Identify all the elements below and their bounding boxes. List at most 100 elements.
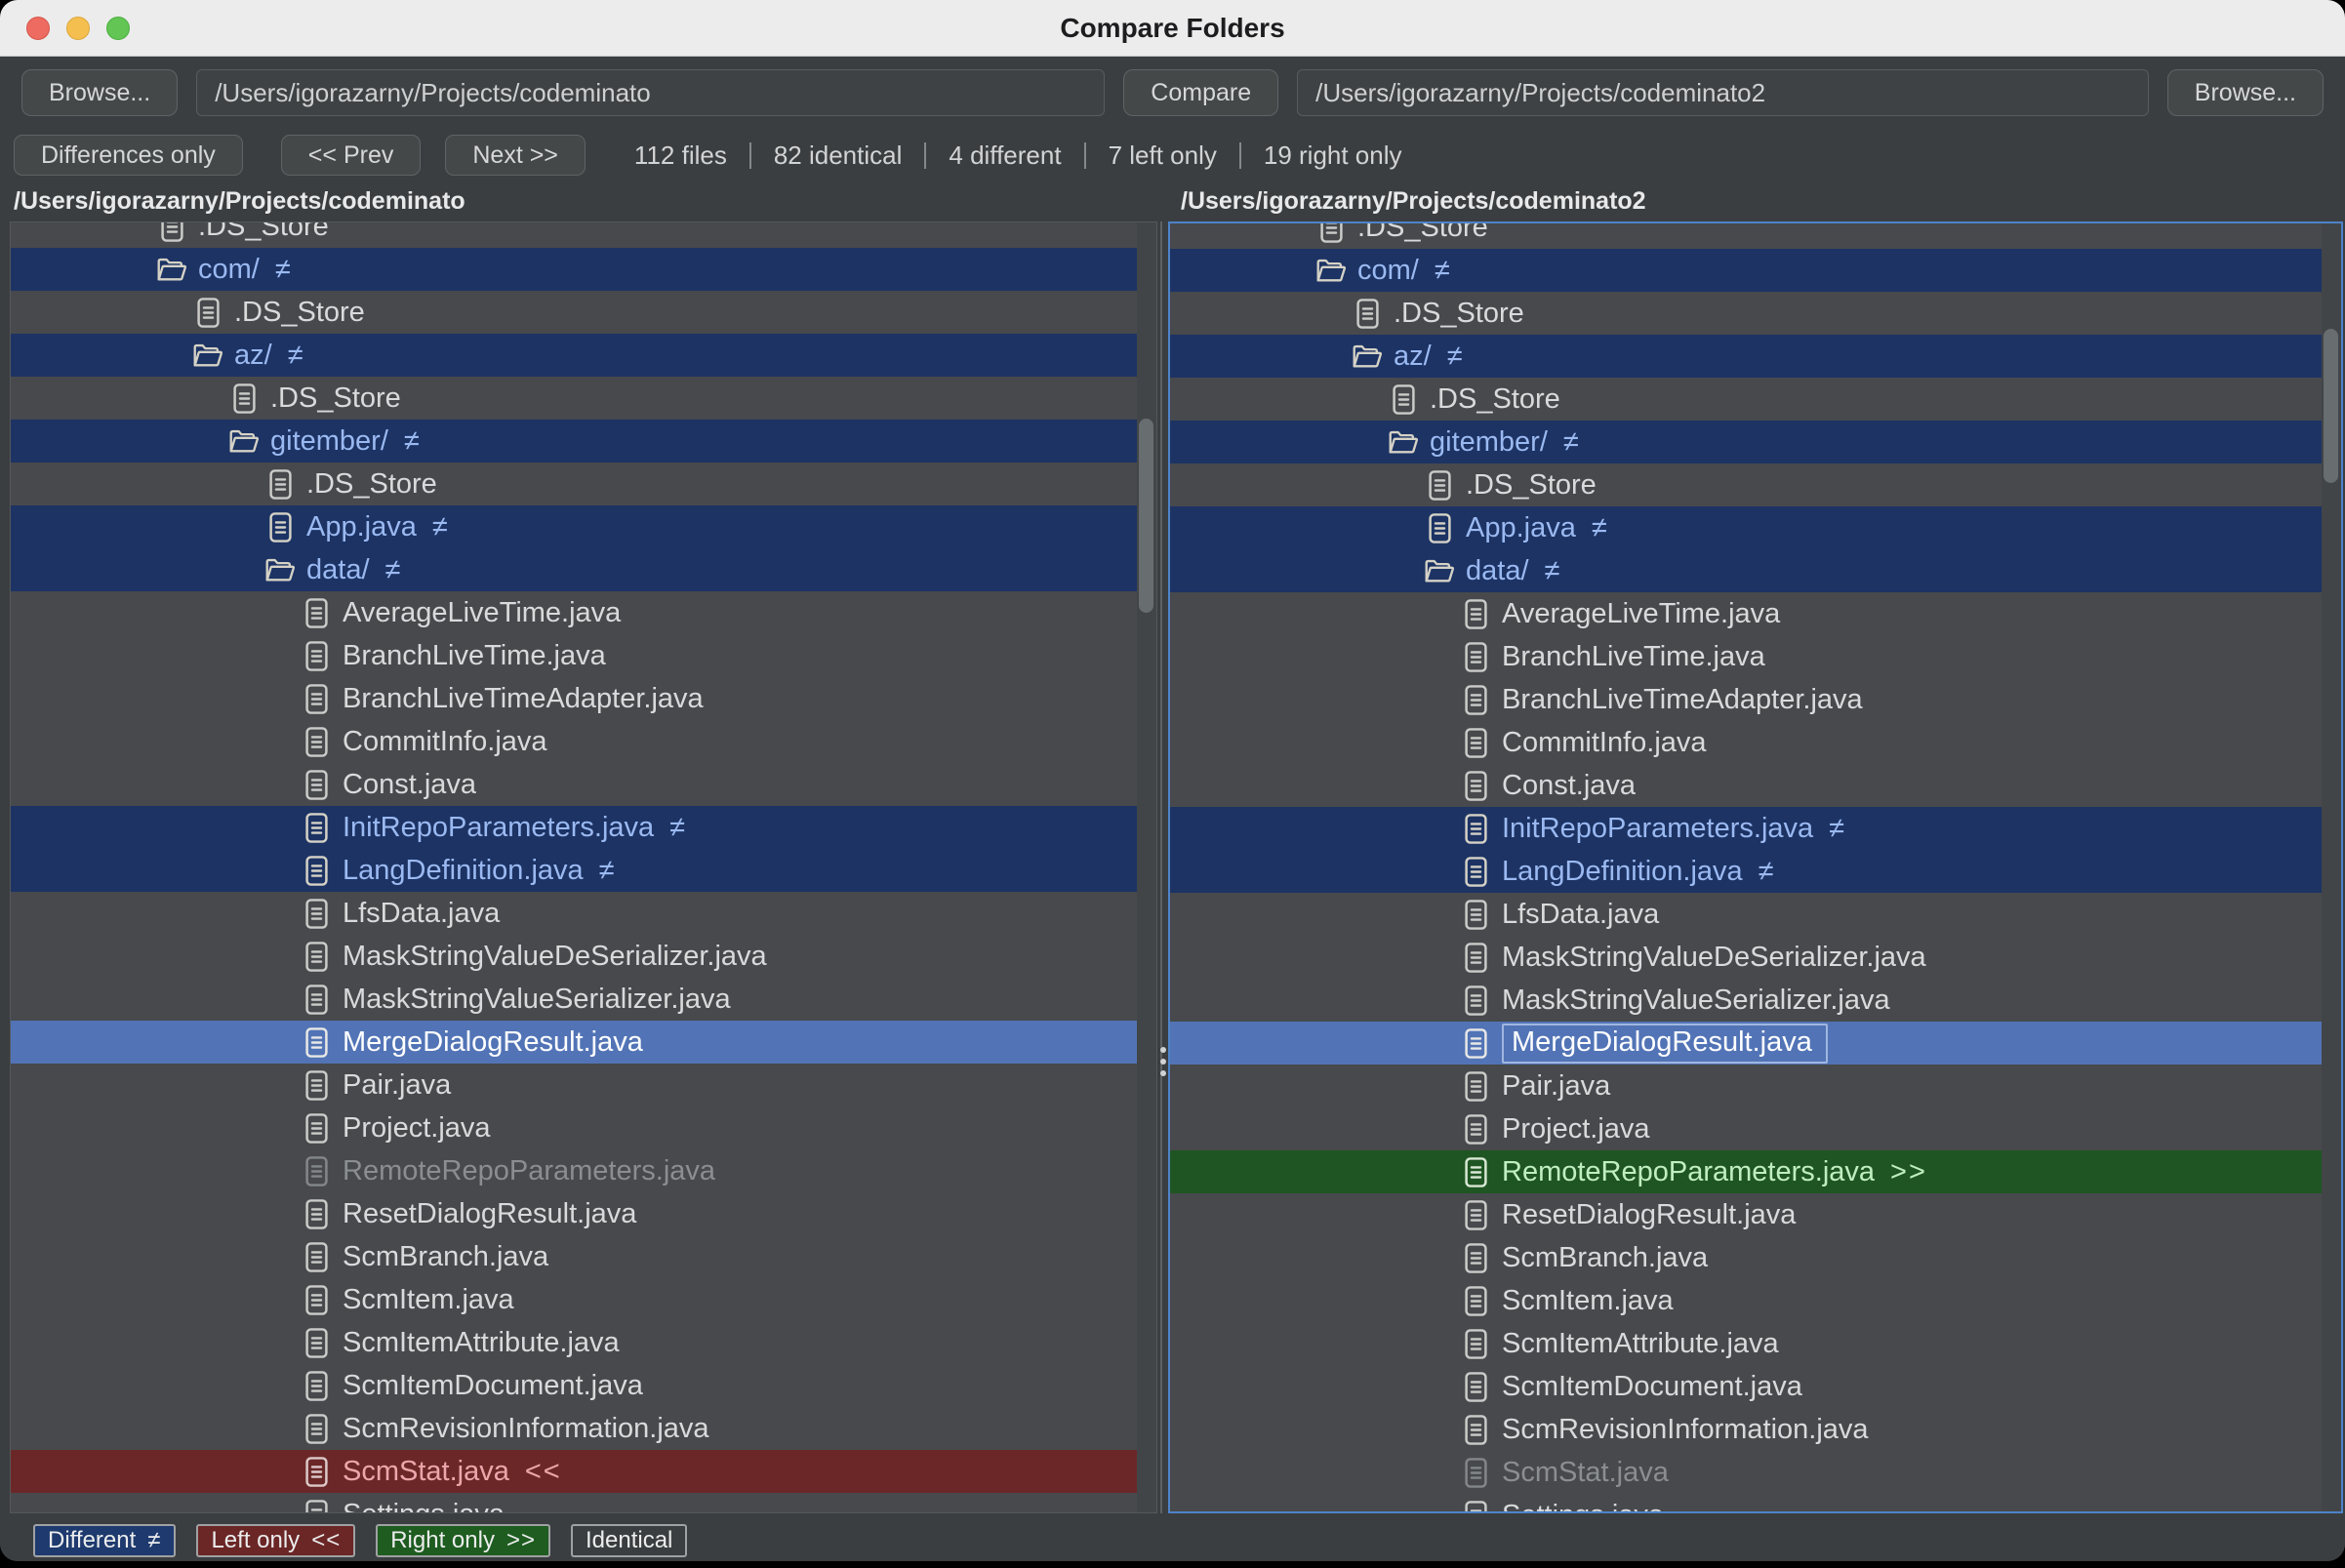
right-path-value: /Users/igorazarny/Projects/codeminato2 [1315, 78, 1765, 108]
tree-row[interactable]: .DS_Store [11, 222, 1137, 248]
tree-row[interactable]: RemoteRepoParameters.java [11, 1149, 1137, 1192]
tree-row[interactable]: ScmBranch.java [1170, 1236, 2322, 1279]
tree-row[interactable]: ScmItemAttribute.java [1170, 1322, 2322, 1365]
tree-row[interactable]: az/≠ [11, 334, 1137, 377]
tree-row[interactable]: ScmItem.java [11, 1278, 1137, 1321]
tree-row[interactable]: ScmItemDocument.java [1170, 1365, 2322, 1408]
tree-row[interactable]: LangDefinition.java≠ [1170, 850, 2322, 893]
tree-row[interactable]: BranchLiveTimeAdapter.java [1170, 678, 2322, 721]
file-name: RemoteRepoParameters.java [343, 1155, 715, 1187]
tree-row[interactable]: com/≠ [11, 248, 1137, 291]
legend-symbol: << [311, 1527, 341, 1554]
differences-only-button[interactable]: Differences only [14, 135, 243, 176]
tree-row[interactable]: data/≠ [11, 548, 1137, 591]
file-name: ScmItem.java [1502, 1285, 1674, 1317]
tree-row[interactable]: ScmRevisionInformation.java [1170, 1408, 2322, 1451]
tree-row[interactable]: Pair.java [11, 1064, 1137, 1106]
tree-row[interactable]: App.java≠ [1170, 506, 2322, 549]
splitter-grip-icon[interactable] [1160, 1047, 1166, 1076]
tree-row[interactable]: ResetDialogResult.java [1170, 1193, 2322, 1236]
left-panel-header: /Users/igorazarny/Projects/codeminato [14, 187, 465, 216]
tree-row[interactable]: CommitInfo.java [1170, 721, 2322, 764]
file-name: .DS_Store [1357, 223, 1488, 244]
right-path-input[interactable]: /Users/igorazarny/Projects/codeminato2 [1297, 69, 2149, 116]
tree-row[interactable]: Settings.java [11, 1493, 1137, 1512]
tree-row[interactable]: BranchLiveTime.java [1170, 635, 2322, 678]
tree-row[interactable]: ResetDialogResult.java [11, 1192, 1137, 1235]
tree-row[interactable]: .DS_Store [11, 377, 1137, 420]
tree-row[interactable]: BranchLiveTime.java [11, 634, 1137, 677]
file-icon [1460, 939, 1491, 976]
right-scrollbar[interactable] [2322, 223, 2341, 1511]
tree-row[interactable]: .DS_Store [1170, 463, 2322, 506]
file-icon [301, 637, 332, 674]
tree-row[interactable]: MaskStringValueDeSerializer.java [11, 935, 1137, 978]
tree-row[interactable]: Project.java [1170, 1107, 2322, 1150]
file-name: MaskStringValueSerializer.java [1502, 985, 1890, 1017]
browse-right-button[interactable]: Browse... [2167, 69, 2324, 116]
file-name: ResetDialogResult.java [343, 1198, 636, 1230]
tree-row[interactable]: .DS_Store [1170, 223, 2322, 249]
next-difference-button[interactable]: Next >> [445, 135, 586, 176]
tree-row[interactable]: ScmStat.java<< [11, 1450, 1137, 1493]
left-scrollbar-thumb[interactable] [1139, 419, 1153, 613]
tree-row[interactable]: data/≠ [1170, 549, 2322, 592]
file-icon [301, 1195, 332, 1232]
tree-row[interactable]: Project.java [11, 1106, 1137, 1149]
prev-difference-button[interactable]: << Prev [281, 135, 422, 176]
tree-row[interactable]: ScmRevisionInformation.java [11, 1407, 1137, 1450]
tree-row[interactable]: AverageLiveTime.java [1170, 592, 2322, 635]
tree-row[interactable]: gitember/≠ [1170, 421, 2322, 463]
tree-row[interactable]: Pair.java [1170, 1065, 2322, 1107]
tree-row[interactable]: Settings.java [1170, 1494, 2322, 1511]
tree-row[interactable]: Const.java [11, 763, 1137, 806]
panel-splitter[interactable] [1157, 221, 1168, 1513]
tree-row[interactable]: com/≠ [1170, 249, 2322, 292]
tree-row[interactable]: App.java≠ [11, 505, 1137, 548]
file-icon [192, 294, 223, 331]
tree-row[interactable]: InitRepoParameters.java≠ [11, 806, 1137, 849]
tree-row[interactable]: .DS_Store [11, 291, 1137, 334]
tree-row[interactable]: ScmBranch.java [11, 1235, 1137, 1278]
left-path-input[interactable]: /Users/igorazarny/Projects/codeminato [196, 69, 1105, 116]
tree-row[interactable]: MergeDialogResult.java [11, 1021, 1137, 1064]
tree-row[interactable]: ScmItem.java [1170, 1279, 2322, 1322]
tree-row[interactable]: MergeDialogResult.java [1170, 1022, 2322, 1065]
tree-row[interactable]: MaskStringValueDeSerializer.java [1170, 936, 2322, 979]
tree-row[interactable]: .DS_Store [1170, 292, 2322, 335]
tree-row[interactable]: ScmStat.java [1170, 1451, 2322, 1494]
tree-row[interactable]: LangDefinition.java≠ [11, 849, 1137, 892]
tree-row[interactable]: Const.java [1170, 764, 2322, 807]
file-name: .DS_Store [198, 222, 329, 243]
file-icon [301, 723, 332, 760]
file-name: ResetDialogResult.java [1502, 1199, 1796, 1231]
left-path-value: /Users/igorazarny/Projects/codeminato [215, 78, 651, 108]
browse-left-button[interactable]: Browse... [21, 69, 178, 116]
file-icon [301, 1024, 332, 1061]
file-name: CommitInfo.java [1502, 727, 1707, 759]
tree-row[interactable]: MaskStringValueSerializer.java [11, 978, 1137, 1021]
tree-row[interactable]: az/≠ [1170, 335, 2322, 378]
file-icon [1388, 381, 1419, 418]
file-icon [1424, 466, 1455, 503]
tree-row[interactable]: BranchLiveTimeAdapter.java [11, 677, 1137, 720]
tree-row[interactable]: InitRepoParameters.java≠ [1170, 807, 2322, 850]
tree-row[interactable]: MaskStringValueSerializer.java [1170, 979, 2322, 1022]
tree-row[interactable]: gitember/≠ [11, 420, 1137, 462]
tree-row[interactable]: ScmItemDocument.java [11, 1364, 1137, 1407]
file-name: MaskStringValueSerializer.java [343, 984, 731, 1016]
tree-row[interactable]: .DS_Store [11, 462, 1137, 505]
legend-right-only: Right only>> [376, 1524, 550, 1557]
tree-row[interactable]: .DS_Store [1170, 378, 2322, 421]
file-icon [301, 1109, 332, 1146]
tree-row[interactable]: LfsData.java [11, 892, 1137, 935]
file-name: Const.java [343, 769, 476, 801]
compare-button[interactable]: Compare [1123, 69, 1278, 116]
tree-row[interactable]: CommitInfo.java [11, 720, 1137, 763]
tree-row[interactable]: AverageLiveTime.java [11, 591, 1137, 634]
tree-row[interactable]: ScmItemAttribute.java [11, 1321, 1137, 1364]
right-scrollbar-thumb[interactable] [2324, 329, 2338, 483]
tree-row[interactable]: RemoteRepoParameters.java>> [1170, 1150, 2322, 1193]
tree-row[interactable]: LfsData.java [1170, 893, 2322, 936]
left-scrollbar[interactable] [1137, 222, 1156, 1512]
